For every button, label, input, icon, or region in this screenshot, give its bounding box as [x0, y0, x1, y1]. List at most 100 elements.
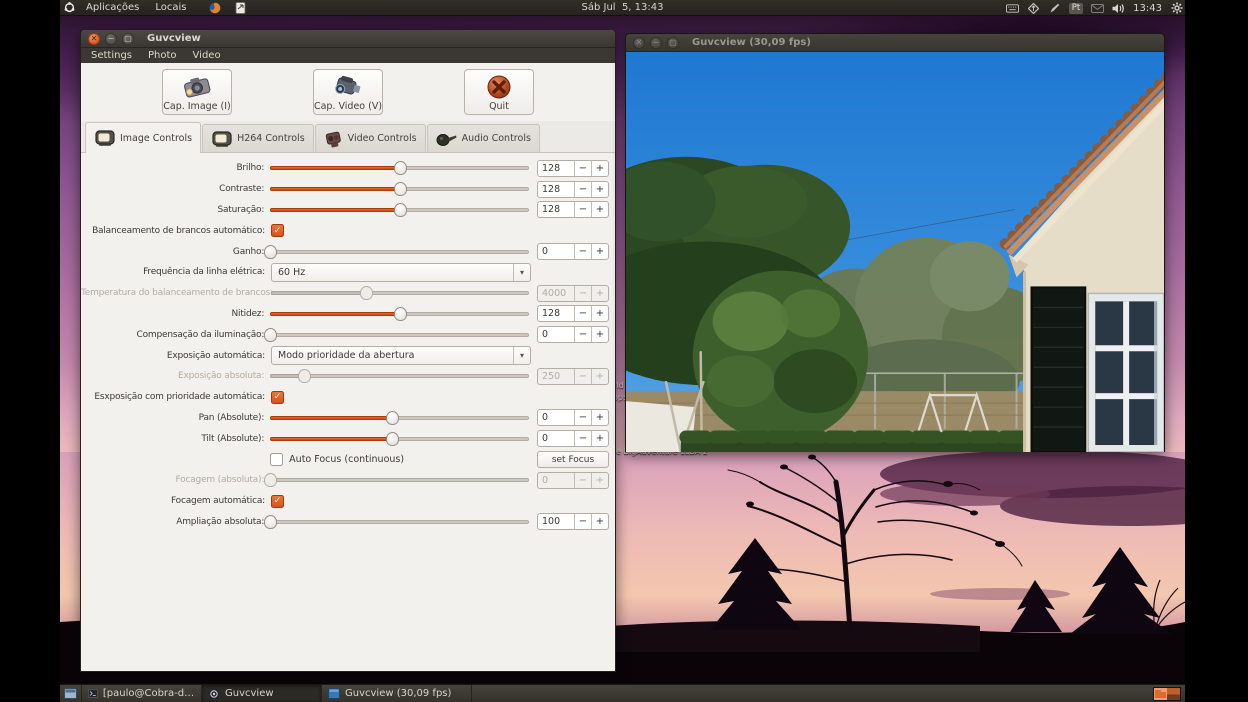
close-button[interactable]: ✕: [88, 33, 100, 45]
focus-absolute-value[interactable]: 0: [538, 473, 574, 488]
saturation-slider[interactable]: [270, 203, 529, 217]
minimize-button[interactable]: −: [650, 37, 662, 49]
sharpness-slider[interactable]: [270, 307, 529, 321]
tilt-absolute-slider[interactable]: [270, 432, 529, 446]
menu-video[interactable]: Video: [186, 50, 228, 61]
contrast-decrement-button[interactable]: −: [574, 182, 591, 197]
taskbar-item-terminal[interactable]: [paulo@Cobra-deskt...: [82, 685, 202, 702]
keyboard-indicator-icon[interactable]: [1006, 3, 1019, 14]
session-gear-icon[interactable]: [1170, 3, 1183, 14]
zoom-absolute-slider[interactable]: [270, 515, 529, 529]
gain-decrement-button[interactable]: −: [574, 244, 591, 259]
saturation-value[interactable]: 128: [538, 202, 574, 217]
tab-audio-controls[interactable]: Audio Controls: [427, 124, 540, 152]
maximize-button[interactable]: ▢: [122, 33, 134, 45]
zoom-absolute-slider-handle[interactable]: [264, 515, 277, 529]
gain-slider[interactable]: [270, 245, 529, 259]
tilt-absolute-increment-button[interactable]: +: [591, 431, 608, 446]
workspace-2[interactable]: [1167, 688, 1180, 700]
close-button[interactable]: ✕: [633, 37, 645, 49]
exposure-absolute-slider-handle[interactable]: [298, 369, 311, 383]
keyboard-layout-indicator[interactable]: Pt: [1069, 3, 1083, 14]
exposure-absolute-decrement-button[interactable]: −: [574, 369, 591, 384]
brightness-slider[interactable]: [270, 161, 529, 175]
panel-clock-time[interactable]: 13:43: [1133, 3, 1162, 14]
gain-slider-handle[interactable]: [264, 245, 277, 259]
taskbar-item-video-window[interactable]: Guvcview (30,09 fps): [322, 685, 472, 702]
show-desktop-button[interactable]: [60, 685, 82, 702]
sharpness-slider-handle[interactable]: [394, 307, 407, 321]
minimize-button[interactable]: −: [105, 33, 117, 45]
tab-video-controls[interactable]: Video Controls: [315, 124, 426, 152]
volume-indicator-icon[interactable]: [1112, 3, 1125, 14]
brightness-decrement-button[interactable]: −: [574, 161, 591, 176]
white-balance-temperature-slider[interactable]: [271, 286, 529, 300]
video-window-titlebar[interactable]: ✕ − ▢ Guvcview (30,09 fps): [626, 34, 1164, 52]
backlight-compensation-decrement-button[interactable]: −: [574, 327, 591, 342]
saturation-increment-button[interactable]: +: [591, 202, 608, 217]
pan-absolute-slider-handle[interactable]: [386, 411, 399, 425]
saturation-decrement-button[interactable]: −: [574, 202, 591, 217]
mail-indicator-icon[interactable]: [1091, 3, 1104, 14]
exposure-auto-priority-checkbox[interactable]: ✓: [271, 391, 284, 404]
brightness-increment-button[interactable]: +: [591, 161, 608, 176]
capture-image-button[interactable]: Cap. Image (I): [162, 69, 232, 115]
control-window-titlebar[interactable]: ✕ − ▢ Guvcview: [81, 30, 615, 48]
backlight-compensation-value[interactable]: 0: [538, 327, 574, 342]
taskbar-item-guvcview[interactable]: Guvcview: [202, 685, 322, 702]
exposure-auto-dropdown[interactable]: Modo prioridade da abertura▾: [271, 346, 531, 365]
tab-h264-controls[interactable]: H264 Controls: [202, 124, 314, 152]
pan-absolute-increment-button[interactable]: +: [591, 410, 608, 425]
zoom-absolute-value[interactable]: 100: [538, 514, 574, 529]
contrast-slider[interactable]: [270, 182, 529, 196]
capture-video-button[interactable]: Cap. Video (V): [313, 69, 383, 115]
white-balance-temperature-slider-handle[interactable]: [360, 286, 373, 300]
gain-value[interactable]: 0: [538, 244, 574, 259]
pan-absolute-value[interactable]: 0: [538, 410, 574, 425]
gain-increment-button[interactable]: +: [591, 244, 608, 259]
white-balance-auto-checkbox[interactable]: ✓: [271, 224, 284, 237]
saturation-slider-handle[interactable]: [394, 203, 407, 217]
menu-photo[interactable]: Photo: [141, 50, 184, 61]
tilt-absolute-value[interactable]: 0: [538, 431, 574, 446]
sync-indicator-icon[interactable]: [1027, 3, 1040, 14]
sharpness-decrement-button[interactable]: −: [574, 306, 591, 321]
workspace-1[interactable]: [1154, 688, 1167, 700]
brightness-value[interactable]: 128: [538, 161, 574, 176]
workspace-switcher[interactable]: [1153, 687, 1181, 701]
focus-absolute-decrement-button[interactable]: −: [574, 473, 591, 488]
maximize-button[interactable]: ▢: [667, 37, 679, 49]
focus-absolute-slider-handle[interactable]: [264, 473, 277, 487]
contrast-slider-handle[interactable]: [394, 182, 407, 196]
quit-button[interactable]: Quit: [464, 69, 534, 115]
contrast-increment-button[interactable]: +: [591, 182, 608, 197]
pan-absolute-slider[interactable]: [270, 411, 529, 425]
sharpness-value[interactable]: 128: [538, 306, 574, 321]
pan-absolute-decrement-button[interactable]: −: [574, 410, 591, 425]
white-balance-temperature-decrement-button[interactable]: −: [574, 286, 591, 301]
set-focus-button[interactable]: set Focus: [537, 451, 609, 468]
tilt-absolute-slider-handle[interactable]: [386, 432, 399, 446]
focus-absolute-increment-button[interactable]: +: [591, 473, 608, 488]
zoom-absolute-decrement-button[interactable]: −: [574, 514, 591, 529]
focus-absolute-slider[interactable]: [270, 473, 529, 487]
white-balance-temperature-increment-button[interactable]: +: [591, 286, 608, 301]
backlight-compensation-increment-button[interactable]: +: [591, 327, 608, 342]
backlight-compensation-slider-handle[interactable]: [264, 328, 277, 342]
white-balance-temperature-value[interactable]: 4000: [538, 286, 574, 301]
contrast-value[interactable]: 128: [538, 182, 574, 197]
tilt-absolute-decrement-button[interactable]: −: [574, 431, 591, 446]
tablet-pen-indicator-icon[interactable]: [1048, 3, 1061, 14]
auto-focus-checkbox[interactable]: [270, 453, 283, 466]
exposure-absolute-slider[interactable]: [270, 369, 529, 383]
focus-auto-checkbox[interactable]: ✓: [271, 495, 284, 508]
power-line-frequency-dropdown[interactable]: 60 Hz▾: [271, 263, 531, 282]
backlight-compensation-slider[interactable]: [270, 328, 529, 342]
tab-image-controls[interactable]: Image Controls: [85, 122, 201, 153]
sharpness-increment-button[interactable]: +: [591, 306, 608, 321]
menu-settings[interactable]: Settings: [84, 50, 139, 61]
exposure-absolute-increment-button[interactable]: +: [591, 369, 608, 384]
exposure-absolute-value[interactable]: 250: [538, 369, 574, 384]
zoom-absolute-increment-button[interactable]: +: [591, 514, 608, 529]
brightness-slider-handle[interactable]: [394, 161, 407, 175]
